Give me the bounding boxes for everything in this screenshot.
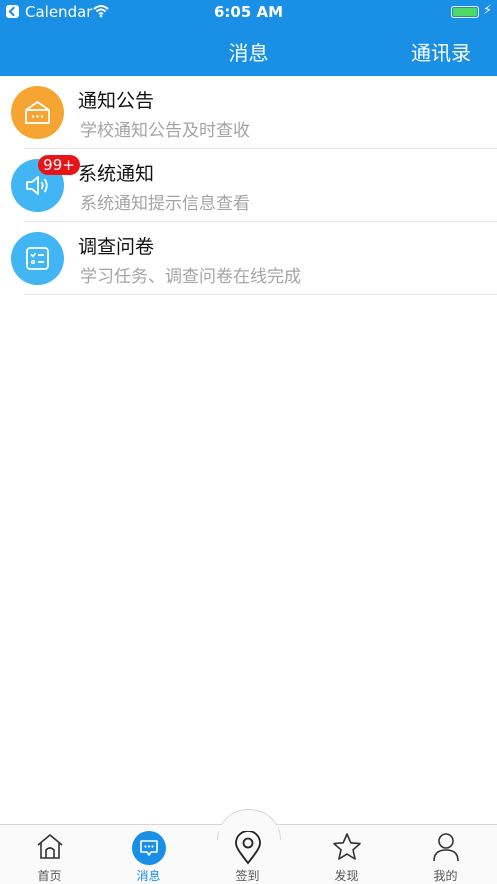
message-item-system[interactable]: 99+ 系统通知 系统通知提示信息查看 xyxy=(0,149,497,222)
checklist-icon xyxy=(26,247,49,270)
message-title: 调查问卷 xyxy=(78,236,155,258)
message-list: 通知公告 学校通知公告及时查收 99+ 系统通知 系统通知提示信息查看 调查问卷… xyxy=(0,76,497,295)
tab-label: 签到 xyxy=(235,869,260,883)
bulletin-avatar xyxy=(11,86,64,139)
tab-label: 首页 xyxy=(37,869,62,883)
message-icon xyxy=(131,831,166,865)
tab-label: 消息 xyxy=(136,869,161,883)
message-subtitle: 学校通知公告及时查收 xyxy=(80,121,250,141)
unread-badge: 99+ xyxy=(38,155,80,175)
message-title: 系统通知 xyxy=(78,163,155,185)
message-subtitle: 系统通知提示信息查看 xyxy=(80,194,250,214)
message-subtitle: 学习任务、调查问卷在线完成 xyxy=(80,267,301,287)
message-item-announcements[interactable]: 通知公告 学校通知公告及时查收 xyxy=(0,76,497,149)
tab-checkin[interactable]: 签到 xyxy=(198,825,297,884)
tab-label: 我的 xyxy=(433,869,458,883)
status-time: 6:05 AM xyxy=(213,3,284,21)
divider xyxy=(24,294,497,295)
person-icon xyxy=(432,833,459,862)
message-title: 通知公告 xyxy=(78,90,155,112)
checklist-avatar xyxy=(11,232,64,285)
tab-discover[interactable]: 发现 xyxy=(297,825,396,884)
speaker-icon xyxy=(26,176,48,195)
location-pin-icon xyxy=(234,831,261,865)
contacts-button[interactable]: 通讯录 xyxy=(411,37,471,66)
tab-messages[interactable]: 消息 xyxy=(99,825,198,884)
message-item-survey[interactable]: 调查问卷 学习任务、调查问卷在线完成 xyxy=(0,222,497,295)
tab-bar: 首页 消息 签到 发现 我的 xyxy=(0,809,497,884)
tab-home[interactable]: 首页 xyxy=(0,825,99,884)
charging-bolt-icon: ⚡ xyxy=(483,3,493,18)
navigation-bar: 消息 通讯录 xyxy=(0,24,497,76)
tab-mine[interactable]: 我的 xyxy=(396,825,495,884)
star-icon xyxy=(332,833,361,860)
battery-icon xyxy=(451,6,479,18)
home-icon xyxy=(36,834,63,859)
bulletin-icon xyxy=(25,100,50,124)
tab-label: 发现 xyxy=(334,869,359,883)
status-bar: Calendar 6:05 AM ⚡ xyxy=(0,0,497,24)
